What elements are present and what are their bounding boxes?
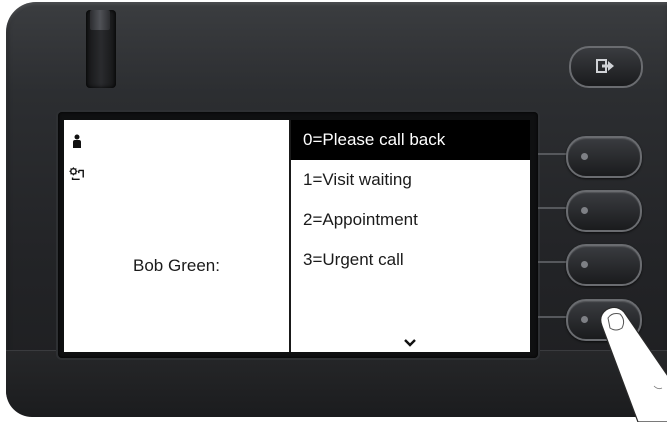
- menu-item-appointment[interactable]: 2=Appointment: [291, 200, 530, 240]
- softkey-connector-4: [538, 316, 568, 318]
- menu-item-please-call-back[interactable]: 0=Please call back: [291, 120, 530, 160]
- hook-switch[interactable]: [90, 10, 110, 30]
- softkey-1[interactable]: [566, 136, 642, 178]
- softkey-led: [581, 207, 588, 214]
- menu-item-urgent-call[interactable]: 3=Urgent call: [291, 240, 530, 280]
- chevron-down-icon: [404, 339, 416, 347]
- caller-name: Bob Green:: [133, 256, 220, 275]
- person-icon: [73, 134, 81, 148]
- display-screen: Bob Green: 0=Please call back 1=Visit wa…: [64, 120, 530, 352]
- phone-lower-bezel: [6, 350, 667, 417]
- softkey-connector-3: [538, 261, 568, 263]
- caller-pane: Bob Green:: [64, 120, 289, 352]
- softkey-connector-2: [538, 207, 568, 209]
- softkey-connector-1: [538, 153, 568, 155]
- option-menu: 0=Please call back 1=Visit waiting 2=App…: [289, 120, 530, 352]
- softkey-2[interactable]: [566, 190, 642, 232]
- pointing-finger: [600, 306, 667, 422]
- softkey-led: [581, 153, 588, 160]
- softkey-3[interactable]: [566, 244, 642, 286]
- settings-phone-icon: [69, 167, 84, 181]
- softkey-led: [581, 261, 588, 268]
- menu-item-visit-waiting[interactable]: 1=Visit waiting: [291, 160, 530, 200]
- softkey-led: [581, 316, 588, 323]
- exit-icon: [596, 59, 614, 73]
- exit-key[interactable]: [569, 46, 643, 88]
